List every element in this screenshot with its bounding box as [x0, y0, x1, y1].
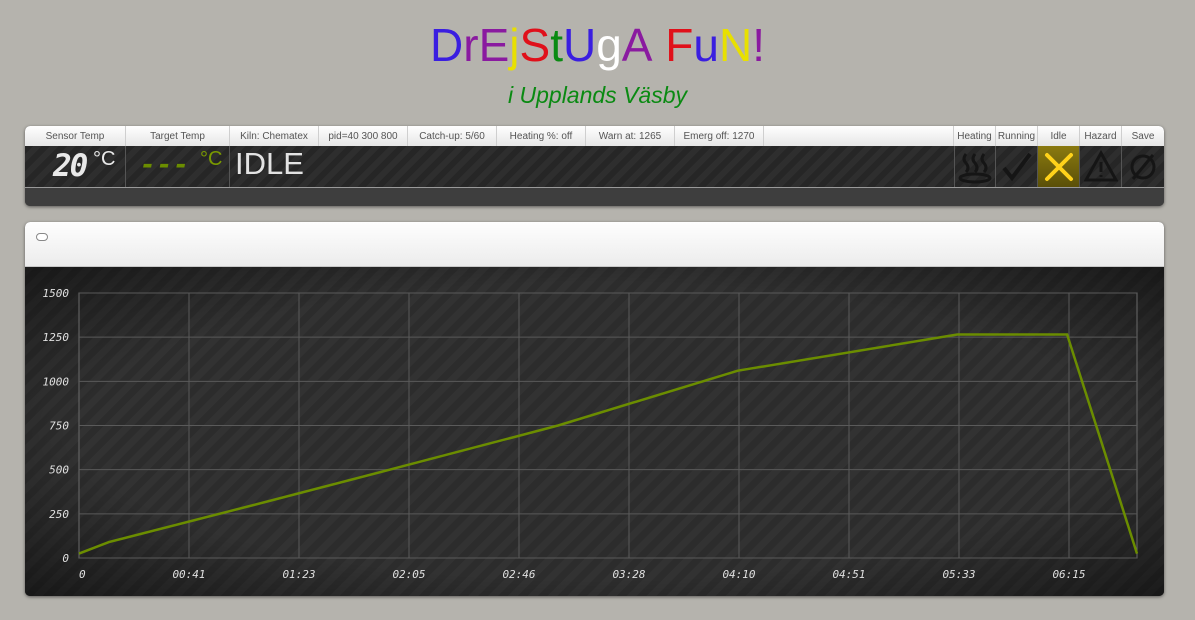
y-tick-label: 0 [62, 552, 69, 565]
checkmark-icon [1001, 152, 1032, 181]
heating-icon [958, 152, 992, 183]
y-tick-label: 1000 [43, 375, 70, 388]
x-tick-label: 01:23 [282, 568, 315, 581]
idle-header: Idle [1038, 126, 1080, 146]
collapse-toggle-icon[interactable] [36, 233, 48, 241]
target-temp-header: Target Temp [126, 126, 230, 146]
chart-vignette [25, 267, 1164, 596]
y-tick-label: 1250 [43, 331, 70, 344]
sensor-temp-cell: 20 °C [25, 146, 126, 187]
sensor-temp-value: 20 [53, 148, 88, 184]
x-tick-label: 02:05 [392, 568, 425, 581]
state-cell: IDLE [230, 146, 954, 187]
running-indicator[interactable] [996, 146, 1038, 187]
status-body-row: 20 °C --- °C IDLE [25, 146, 1164, 188]
sensor-temp-unit: °C [93, 148, 116, 170]
x-tick-label: 04:10 [722, 568, 755, 581]
app-subtitle: i Upplands Väsby [508, 82, 687, 108]
title-letter: A [621, 19, 653, 71]
target-temp-unit: °C [200, 148, 223, 170]
sensor-temp-header: Sensor Temp [25, 126, 126, 146]
pid-header: pid=40 300 800 [319, 126, 408, 146]
title-letter: g [596, 19, 622, 71]
hazard-indicator[interactable] [1080, 146, 1122, 187]
title-letter: u [693, 19, 719, 71]
x-tick-label: 02:46 [502, 568, 535, 581]
title-letter: N [718, 19, 753, 71]
title-letter: j [509, 19, 520, 71]
heating-percent-header: Heating %: off [497, 126, 586, 146]
temperature-chart: 0 250 500 750 1000 1250 1500 0 00:41 01:23 02:05 02… [25, 267, 1164, 596]
target-temp-value: --- [140, 150, 190, 180]
app-title: DrEjStUgA FuN! [0, 18, 1195, 72]
title-letter: F [665, 19, 694, 71]
title-letter [652, 18, 665, 72]
heating-header: Heating [954, 126, 996, 146]
header-spacer [764, 126, 954, 146]
no-save-icon [1130, 153, 1156, 180]
title-letter: ! [752, 19, 765, 71]
y-tick-label: 750 [49, 420, 69, 433]
status-header-row: Sensor Temp Target Temp Kiln: Chematex p… [25, 126, 1164, 147]
y-tick-label: 500 [49, 464, 69, 477]
chart-panel: 0 250 500 750 1000 1250 1500 0 00:41 01:23 02:05 02… [25, 222, 1164, 596]
title-letter: S [519, 19, 551, 71]
x-icon [1044, 152, 1073, 181]
status-footer [25, 188, 1164, 206]
save-header: Save [1131, 131, 1155, 142]
idle-indicator[interactable] [1038, 146, 1080, 187]
title-letter: U [562, 19, 597, 71]
running-header: Running [996, 126, 1038, 146]
x-tick-label: 03:28 [612, 568, 645, 581]
save-indicator[interactable] [1122, 146, 1164, 187]
title-letter: D [430, 19, 464, 71]
heating-indicator[interactable] [954, 146, 996, 187]
emerg-header: Emerg off: 1270 [675, 126, 764, 146]
x-tick-label: 0 [79, 568, 86, 581]
warn-header: Warn at: 1265 [586, 126, 675, 146]
hazard-icon [1083, 149, 1118, 181]
x-tick-label: 05:33 [942, 568, 975, 581]
x-tick-label: 06:15 [1052, 568, 1085, 581]
chart-panel-header [25, 222, 1164, 267]
title-letter: t [550, 19, 563, 71]
x-tick-label: 00:41 [172, 568, 205, 581]
x-tick-label: 04:51 [832, 568, 865, 581]
y-tick-label: 1500 [43, 287, 70, 300]
title-letter: E [478, 19, 510, 71]
status-panel: Sensor Temp Target Temp Kiln: Chematex p… [25, 126, 1164, 206]
y-tick-label: 250 [49, 508, 69, 521]
catchup-header: Catch-up: 5/60 [408, 126, 497, 146]
target-temp-cell: --- °C [126, 146, 230, 187]
kiln-header: Kiln: Chematex [230, 126, 319, 146]
kiln-state-text: IDLE [235, 146, 304, 181]
title-letter: r [463, 19, 479, 71]
hazard-header: Hazard [1080, 126, 1122, 146]
